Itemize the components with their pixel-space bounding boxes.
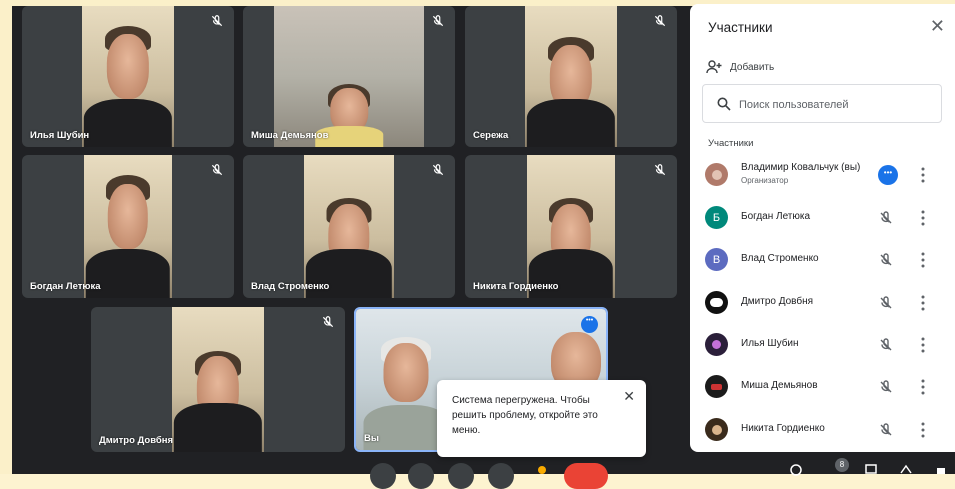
mic-off-icon[interactable] (878, 337, 894, 353)
mic-button[interactable] (370, 463, 396, 489)
section-heading: Участники (708, 138, 754, 149)
system-overload-tooltip: Система перегружена. Чтобы решить пробле… (437, 380, 646, 457)
participant-row[interactable]: Б Богдан Летюка (690, 198, 955, 238)
camera-button[interactable] (408, 463, 434, 489)
avatar (705, 291, 728, 314)
more-vert-icon[interactable] (919, 378, 927, 396)
mic-off-icon (322, 316, 334, 328)
participant-row[interactable]: В Влад Строменко (690, 240, 955, 280)
mic-off-icon (211, 164, 223, 176)
more-vert-icon[interactable] (919, 336, 927, 354)
mic-off-icon (432, 164, 444, 176)
participant-role: Организатор (741, 176, 789, 185)
mic-off-icon[interactable] (878, 379, 894, 395)
participant-video (82, 6, 174, 147)
participant-row[interactable]: Миша Демьянов (690, 367, 955, 407)
avatar: В (705, 248, 728, 271)
mic-off-icon (654, 164, 666, 176)
close-icon[interactable]: ✕ (930, 16, 945, 37)
more-vert-icon[interactable] (919, 251, 927, 269)
add-people-button[interactable]: Добавить (706, 58, 774, 76)
participant-video (527, 155, 615, 298)
tooltip-text: Система перегружена. Чтобы решить пробле… (452, 395, 598, 436)
photo-frame-left (0, 0, 12, 474)
participants-badge[interactable]: 8 (835, 458, 849, 472)
tile-name: Вы (364, 433, 379, 444)
chat-icon[interactable] (865, 464, 877, 474)
activities-icon[interactable] (900, 464, 912, 474)
video-tile[interactable]: Миша Демьянов (243, 6, 455, 147)
mic-off-icon[interactable] (878, 422, 894, 438)
add-person-icon (706, 60, 722, 74)
participant-row[interactable]: Дмитро Довбня (690, 283, 955, 323)
participant-name: Илья Шубин (741, 338, 799, 349)
more-vert-icon[interactable] (919, 209, 927, 227)
participant-video (525, 6, 617, 147)
more-vert-icon[interactable] (919, 166, 927, 184)
participant-video (274, 6, 424, 147)
more-vert-icon[interactable] (919, 421, 927, 439)
more-options-button[interactable] (581, 316, 598, 333)
avatar (705, 333, 728, 356)
participant-name: Дмитро Довбня (741, 296, 814, 307)
captions-button[interactable] (448, 463, 474, 489)
participant-row[interactable]: Илья Шубин (690, 325, 955, 365)
panel-title: Участники (708, 20, 773, 35)
participant-name: Влад Строменко (741, 253, 819, 264)
tile-name: Дмитро Довбня (99, 435, 174, 446)
participant-video (84, 155, 172, 298)
video-tile[interactable]: Влад Строменко (243, 155, 455, 298)
meeting-controls (370, 463, 610, 489)
lock-icon[interactable] (935, 464, 947, 474)
video-tile[interactable]: Богдан Летюка (22, 155, 234, 298)
search-box[interactable] (702, 84, 942, 123)
info-icon[interactable] (790, 464, 802, 476)
video-tile[interactable]: Илья Шубин (22, 6, 234, 147)
mic-off-icon[interactable] (878, 210, 894, 226)
participant-video (172, 307, 264, 452)
close-icon[interactable]: ✕ (623, 388, 635, 405)
participant-row[interactable]: Владимир Ковальчук (вы) Организатор (690, 155, 955, 195)
host-options-button[interactable] (878, 165, 898, 185)
participant-name: Миша Демьянов (741, 380, 818, 391)
tile-name: Никита Гордиенко (473, 281, 559, 292)
search-icon (717, 97, 731, 111)
tile-name: Илья Шубин (30, 130, 90, 141)
present-button[interactable] (488, 463, 514, 489)
avatar (705, 375, 728, 398)
side-controls: 8 (790, 458, 955, 476)
more-vert-icon[interactable] (919, 294, 927, 312)
avatar (705, 418, 728, 441)
add-label: Добавить (730, 61, 775, 73)
warning-indicator (538, 466, 546, 474)
avatar: Б (705, 206, 728, 229)
video-tile[interactable]: Дмитро Довбня (91, 307, 345, 452)
mic-off-icon (432, 15, 444, 27)
avatar (705, 163, 728, 186)
participant-row[interactable]: Никита Гордиенко (690, 410, 955, 450)
video-tile[interactable]: Никита Гордиенко (465, 155, 677, 298)
tile-name: Сережа (473, 130, 509, 141)
mic-off-icon (211, 15, 223, 27)
leave-call-button[interactable] (564, 463, 608, 489)
participant-name: Богдан Летюка (741, 211, 811, 222)
tile-name: Миша Демьянов (251, 130, 329, 141)
video-tile[interactable]: Сережа (465, 6, 677, 147)
mic-off-icon (654, 15, 666, 27)
participants-panel: Участники ✕ Добавить Участники Владимир … (690, 4, 955, 452)
mic-off-icon[interactable] (878, 295, 894, 311)
search-input[interactable] (737, 94, 936, 116)
participant-video (304, 155, 394, 298)
mic-off-icon[interactable] (878, 252, 894, 268)
participant-name: Никита Гордиенко (741, 423, 825, 434)
tile-name: Богдан Летюка (30, 281, 101, 292)
participant-name: Владимир Ковальчук (вы) (741, 162, 861, 173)
tile-name: Влад Строменко (251, 281, 330, 292)
